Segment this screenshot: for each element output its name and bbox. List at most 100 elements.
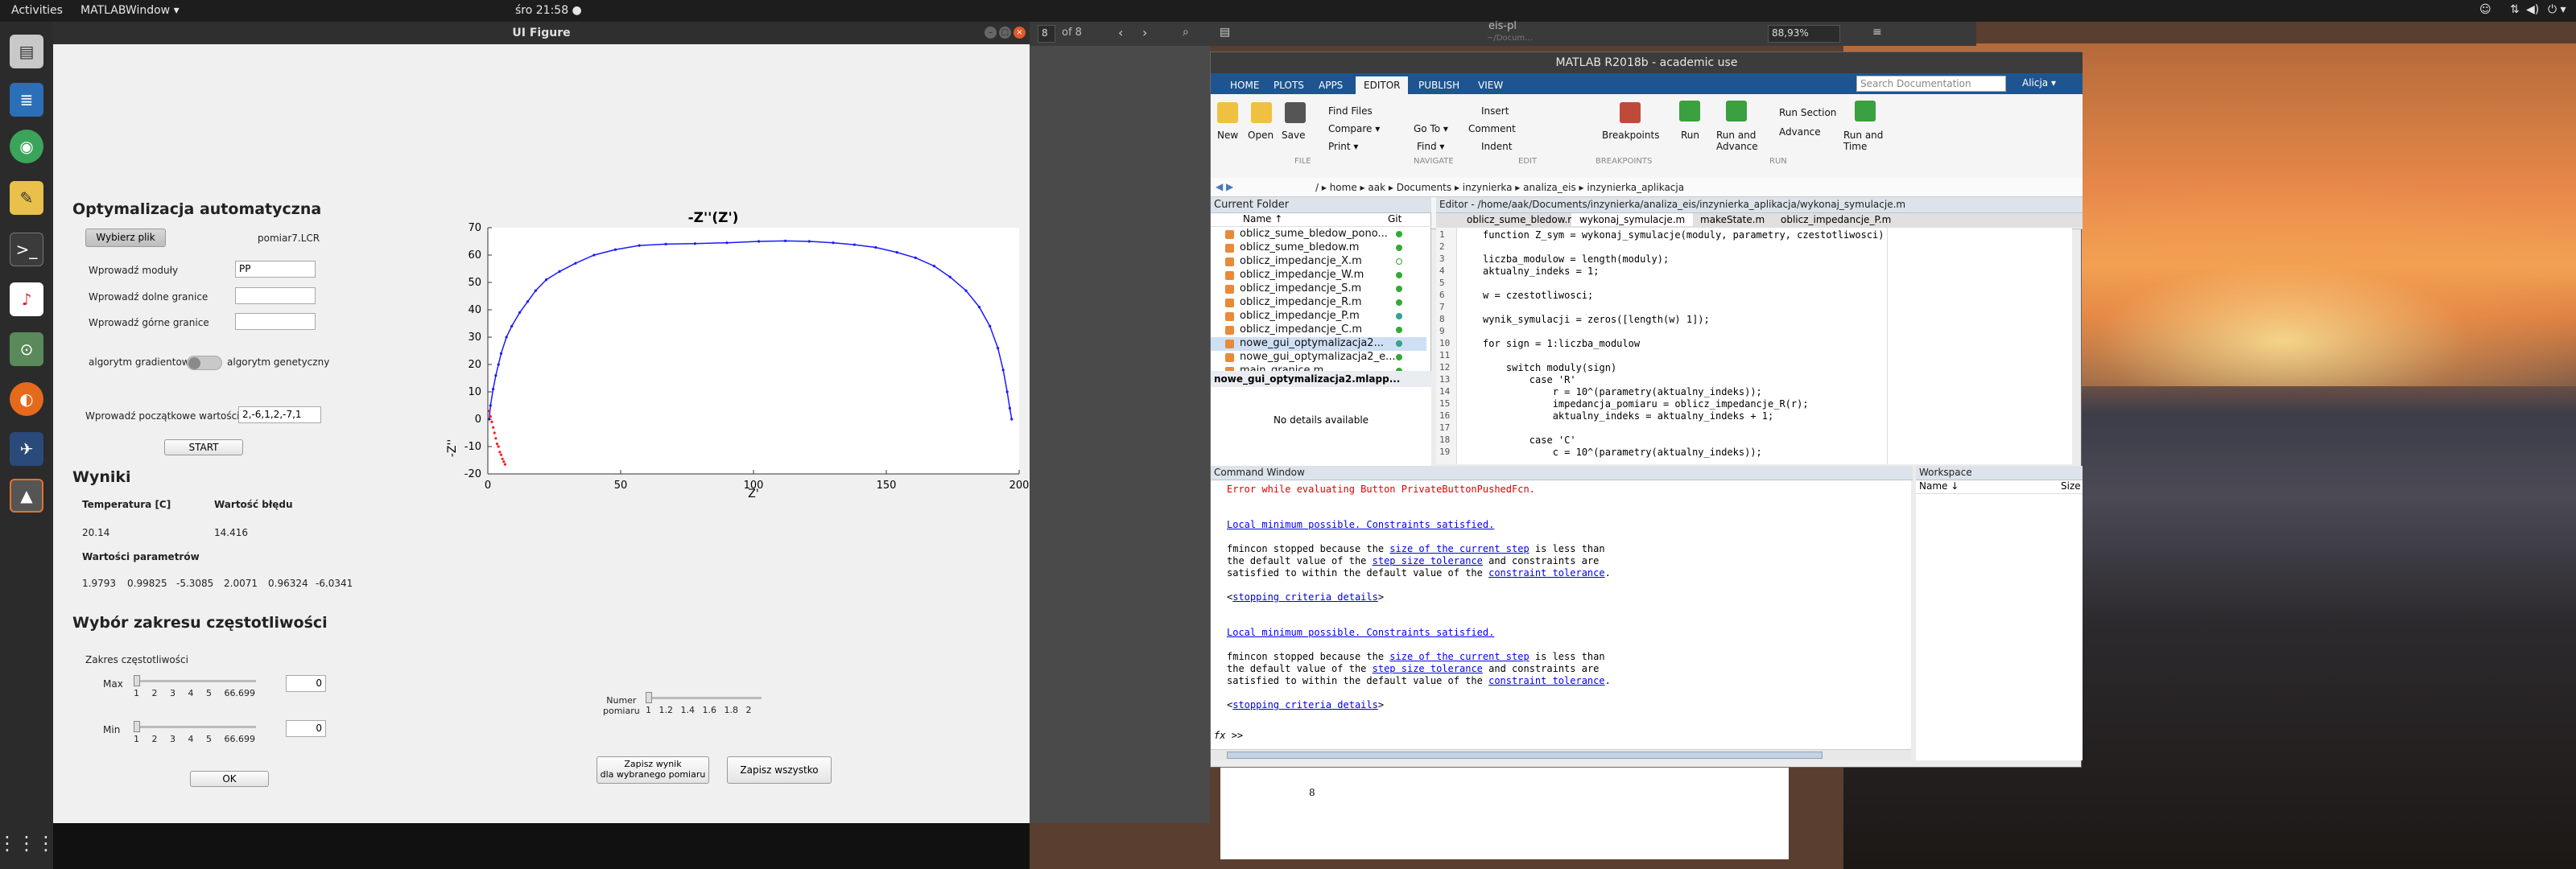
command-window-header[interactable]: Command Window (1211, 466, 1913, 480)
clock[interactable]: śro 21:58 ● (515, 4, 582, 17)
code-line[interactable]: w = czestotliwosci; (1483, 290, 1593, 301)
user-menu[interactable]: Alicja ▾ (2022, 77, 2056, 89)
find-files-button[interactable]: Find Files (1328, 105, 1373, 117)
close-icon[interactable]: × (1013, 27, 1026, 39)
code-line[interactable]: liczba_modulow = length(moduly); (1483, 253, 1669, 265)
code-line[interactable]: function Z_sym = wykonaj_symulacje(modul… (1483, 229, 1885, 241)
stopping-criteria-link[interactable]: stopping criteria details (1232, 699, 1378, 710)
print-button[interactable]: Print ▾ (1328, 141, 1358, 152)
code-line[interactable]: for sign = 1:liczba_modulow (1483, 338, 1640, 349)
open-icon[interactable] (1251, 102, 1272, 123)
comment-button[interactable]: Comment (1468, 123, 1516, 134)
file-list-item[interactable]: oblicz_sume_bledow.m (1211, 241, 1426, 255)
file-list-item[interactable]: nowe_gui_optymalizacja2... (1211, 337, 1426, 351)
local-minimum-link[interactable]: Local minimum possible. Constraints sati… (1227, 519, 1494, 530)
file-list-item[interactable]: oblicz_impedancje_X.m (1211, 255, 1426, 269)
run-icon[interactable] (1679, 101, 1700, 121)
network-icon[interactable]: ⇅ (2510, 3, 2520, 16)
constraint-tolerance-link[interactable]: constraint tolerance (1488, 675, 1605, 686)
activities-button[interactable]: Activities (11, 4, 63, 17)
editor-tab[interactable]: oblicz_impedancje_P.m (1773, 213, 1899, 226)
minimize-icon[interactable]: – (985, 27, 997, 39)
page-number-input[interactable]: 8 (1038, 25, 1055, 43)
editor-tab-active[interactable]: wykonaj_symulacje.m (1571, 213, 1694, 226)
min-value-input[interactable]: 0 (286, 720, 326, 737)
compare-button[interactable]: Compare ▾ (1328, 123, 1380, 134)
upper-bounds-input[interactable] (235, 313, 316, 330)
app-menu[interactable]: MATLABWindow ▾ (80, 4, 180, 17)
tab-editor[interactable]: EDITOR (1356, 76, 1409, 94)
command-window[interactable]: Error while evaluating Button PrivateBut… (1211, 480, 1911, 749)
code-line[interactable]: impedancja_pomiaru = oblicz_impedancje_R… (1483, 398, 1809, 410)
editor-tab[interactable]: makeState.m (1692, 213, 1773, 226)
breakpoints-icon[interactable] (1620, 102, 1641, 123)
breakpoints-button[interactable]: Breakpoints (1602, 130, 1659, 141)
save-all-button[interactable]: Zapisz wszystko (727, 756, 832, 784)
file-list-item[interactable]: oblicz_impedancje_W.m (1211, 269, 1426, 282)
maximize-icon[interactable]: □ (999, 27, 1011, 39)
menu-icon[interactable]: ≡ (1872, 26, 1882, 39)
tab-apps[interactable]: APPS (1311, 76, 1351, 94)
tab-home[interactable]: HOME (1222, 76, 1267, 94)
accessibility-icon[interactable]: ☺ (2479, 3, 2491, 16)
advance-button[interactable]: Advance (1779, 126, 1821, 138)
name-column[interactable]: Name ↑ (1243, 213, 1282, 224)
local-minimum-link[interactable]: Local minimum possible. Constraints sati… (1227, 627, 1494, 638)
git-column[interactable]: Git (1388, 213, 1402, 224)
ok-button[interactable]: OK (190, 771, 269, 787)
editor-header[interactable]: Editor - /home/aak/Documents/inzynierka/… (1436, 197, 2083, 213)
nyquist-plot[interactable]: -Z''(Z') Z' -Z'' 0 50 100 150 20070605040302… (375, 183, 1051, 682)
run-advance-button[interactable]: Run and Advance (1716, 130, 1765, 152)
code-line[interactable]: wynik_symulacji = zeros([length(w) 1]); (1483, 314, 1710, 325)
tab-plots[interactable]: PLOTS (1265, 76, 1312, 94)
choose-file-button[interactable]: Wybierz plik (85, 229, 166, 247)
power-icon[interactable]: ⏻ ▾ (2548, 3, 2566, 16)
run-time-icon[interactable] (1855, 101, 1876, 121)
workspace-size-column[interactable]: Size (2061, 480, 2081, 492)
step-size-link[interactable]: size of the current step (1389, 651, 1529, 662)
current-folder-header[interactable]: Current Folder (1211, 197, 1431, 213)
app-icon[interactable]: ♪ (10, 282, 43, 316)
volume-icon[interactable]: ◀) (2526, 3, 2539, 16)
initial-values-input[interactable]: 2,-6,1,2,-7,1 (238, 406, 321, 423)
tab-view[interactable]: VIEW (1470, 76, 1511, 94)
algorithm-toggle[interactable] (187, 356, 222, 370)
goto-button[interactable]: Go To ▾ (1414, 123, 1448, 134)
firefox-icon[interactable]: ◐ (10, 382, 43, 416)
file-list-item[interactable]: oblicz_impedancje_P.m (1211, 310, 1426, 323)
workspace-header[interactable]: Workspace (1916, 466, 2083, 480)
run-section-button[interactable]: Run Section (1779, 107, 1836, 118)
editor-tab[interactable]: oblicz_sume_bledow.m (1459, 213, 1585, 226)
code-line[interactable]: aktualny_indeks = aktualny_indeks + 1; (1483, 410, 1774, 422)
details-header[interactable]: nowe_gui_optymalizacja2.mlapp... (1211, 371, 1431, 387)
file-list-item[interactable]: oblicz_sume_bledow_pono... (1211, 228, 1426, 241)
max-value-input[interactable]: 0 (286, 675, 326, 692)
file-list-item[interactable]: oblicz_impedancje_S.m (1211, 282, 1426, 296)
code-line[interactable]: c = 10^(parametry(aktualny_indeks)); (1483, 447, 1762, 458)
zoom-select[interactable]: 88,93% (1768, 25, 1840, 43)
show-apps-icon[interactable]: ⋮⋮⋮ (0, 826, 56, 860)
save-icon[interactable] (1285, 102, 1306, 123)
insert-button[interactable]: Insert (1481, 105, 1509, 117)
code-line[interactable]: case 'C' (1483, 434, 1576, 446)
code-line[interactable]: aktualny_indeks = 1; (1483, 266, 1600, 277)
writer-icon[interactable]: ≣ (10, 83, 43, 117)
file-list-item[interactable]: oblicz_impedancje_R.m (1211, 296, 1426, 310)
measurement-slider[interactable] (646, 692, 762, 703)
code-editor[interactable]: 1 function Z_sym = wykonaj_symulacje(modu… (1436, 228, 2072, 464)
run-time-button[interactable]: Run and Time (1843, 130, 1889, 152)
save-selected-button[interactable]: Zapisz wynik dla wybranego pomiaru (597, 756, 709, 784)
workspace-name-column[interactable]: Name ↓ (1919, 480, 1959, 492)
file-list-item[interactable]: oblicz_impedancje_C.m (1211, 323, 1426, 337)
matlab-icon[interactable]: ▲ (10, 479, 43, 513)
sidebar-icon[interactable]: ▤ (1220, 26, 1230, 39)
browser-icon[interactable]: ◉ (10, 130, 43, 163)
step-size-link[interactable]: size of the current step (1389, 543, 1529, 554)
step-tolerance-link[interactable]: step size tolerance (1373, 663, 1483, 674)
start-button[interactable]: START (164, 439, 243, 455)
breadcrumb[interactable]: / ▸ home ▸ aak ▸ Documents ▸ inzynierka … (1315, 182, 1684, 193)
new-button[interactable]: New (1217, 130, 1238, 141)
step-tolerance-link[interactable]: step size tolerance (1373, 555, 1483, 566)
save-button[interactable]: Save (1282, 130, 1305, 141)
back-icon[interactable]: ◀ ▶ (1216, 181, 1233, 192)
